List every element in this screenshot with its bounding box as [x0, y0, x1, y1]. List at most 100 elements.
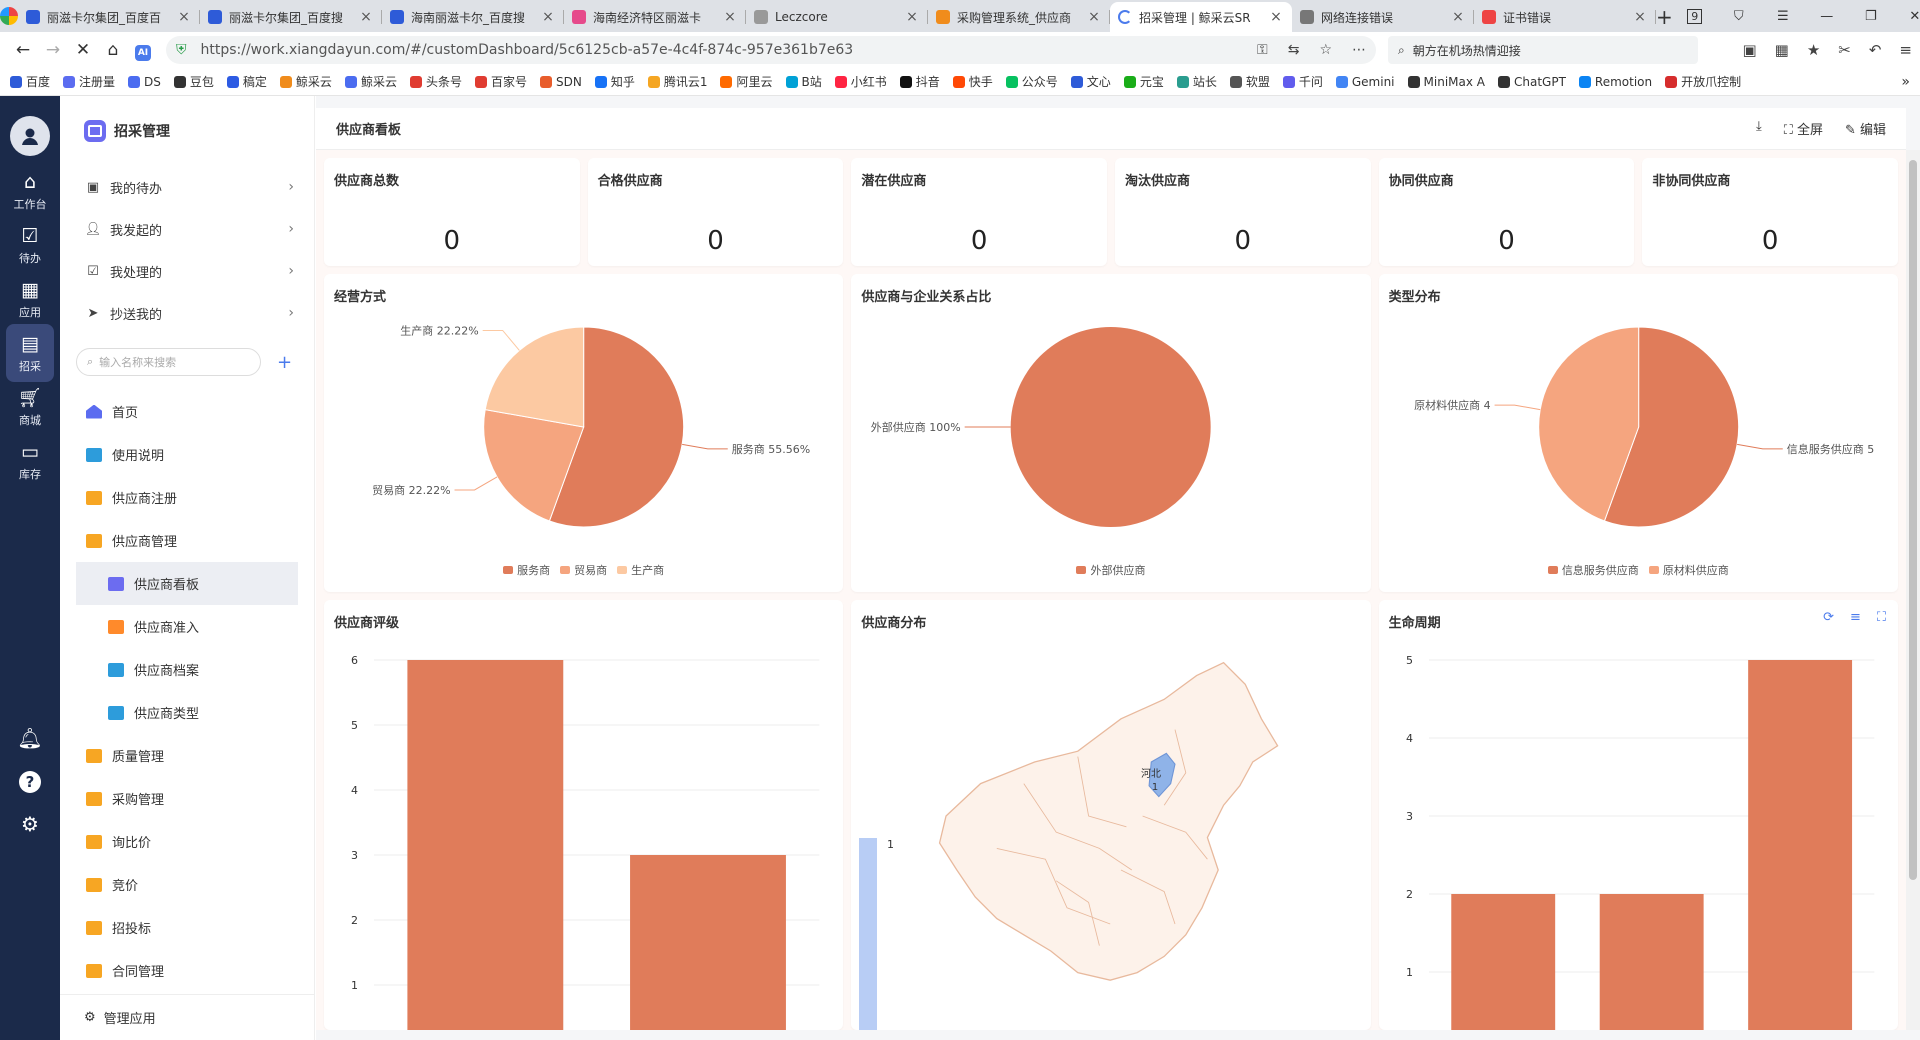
pie-slice[interactable]: [484, 326, 585, 428]
bar[interactable]: [1747, 660, 1852, 1030]
bookmark-item[interactable]: 快手: [952, 73, 993, 90]
bookmark-item[interactable]: 鲸采云: [279, 73, 332, 90]
back-icon[interactable]: ←: [8, 40, 38, 60]
bookmark-item[interactable]: 豆包: [173, 73, 214, 90]
key-icon[interactable]: ⚿: [1257, 42, 1268, 58]
edit-button[interactable]: ✎ 编辑: [1845, 119, 1886, 138]
nav-item[interactable]: 质量管理: [60, 734, 314, 777]
bookmark-item[interactable]: 稿定: [226, 73, 267, 90]
stop-loading-icon[interactable]: ✕: [68, 40, 98, 60]
menu-search-input[interactable]: ⌕ 输入名称来搜索: [76, 348, 261, 376]
bar[interactable]: [407, 660, 564, 1030]
bookmark-item[interactable]: 千问: [1282, 73, 1323, 90]
task-item-send[interactable]: ➤ 抄送我的 ›: [60, 292, 314, 334]
bookmark-item[interactable]: 注册量: [63, 73, 115, 90]
browser-tab[interactable]: 丽滋卡尔集团_百度搜 ×: [200, 2, 382, 32]
bookmark-item[interactable]: 站长: [1176, 73, 1217, 90]
nav-item[interactable]: 竞价: [60, 863, 314, 906]
browser-tab[interactable]: 海南丽滋卡尔_百度搜 ×: [382, 2, 564, 32]
visual-map-bar[interactable]: [859, 838, 878, 1030]
rail-item-cart[interactable]: 🛒︎ 商城: [0, 378, 60, 436]
legend-item[interactable]: 服务商: [503, 562, 550, 578]
nav-item[interactable]: 供应商管理: [60, 519, 314, 562]
nav-item[interactable]: 首页: [60, 390, 314, 433]
forward-icon[interactable]: →: [38, 40, 68, 60]
manage-app-button[interactable]: ⚙ 管理应用: [60, 994, 315, 1040]
add-menu-button[interactable]: +: [277, 352, 292, 373]
browser-tab[interactable]: 海南经济特区丽滋卡 ×: [564, 2, 746, 32]
close-tab-icon[interactable]: ×: [722, 9, 738, 25]
undo-icon[interactable]: ↶: [1869, 41, 1882, 59]
bookmark-item[interactable]: Gemini: [1335, 75, 1395, 89]
legend-item[interactable]: 信息服务供应商: [1547, 562, 1639, 578]
bookmark-item[interactable]: Remotion: [1578, 75, 1652, 89]
bookmark-item[interactable]: 腾讯云1: [647, 73, 707, 90]
bookmark-item[interactable]: 公众号: [1005, 73, 1058, 90]
bookmark-item[interactable]: 头条号: [409, 73, 462, 90]
rail-item-apps[interactable]: ▦ 应用: [0, 270, 60, 328]
translate-icon[interactable]: ⇆: [1288, 42, 1300, 58]
bookmark-item[interactable]: ChatGPT: [1498, 75, 1566, 89]
avatar[interactable]: [10, 116, 50, 156]
menu-icon[interactable]: ☰: [1761, 9, 1805, 24]
tab-count-badge[interactable]: 9: [1673, 8, 1717, 24]
scrollbar-thumb[interactable]: [1909, 160, 1917, 880]
browser-tab[interactable]: 网络连接错误 ×: [1292, 2, 1474, 32]
home-icon[interactable]: ⌂: [98, 40, 128, 60]
bookmark-item[interactable]: DS: [128, 75, 161, 89]
apps-grid-icon[interactable]: ▦: [1775, 41, 1789, 59]
close-tab-icon[interactable]: ×: [1268, 9, 1284, 25]
bell-icon[interactable]: 🔔︎: [0, 726, 60, 750]
bookmark-item[interactable]: 抖音: [899, 73, 940, 90]
nav-item[interactable]: 供应商准入: [60, 605, 314, 648]
url-field[interactable]: ⛨ https://work.xiangdayun.com/#/customDa…: [166, 36, 1376, 64]
task-item-user[interactable]: 👤︎ 我发起的 ›: [60, 208, 314, 250]
download-icon[interactable]: ⤓: [1756, 119, 1762, 138]
bookmark-item[interactable]: 文心: [1070, 73, 1111, 90]
bar[interactable]: [630, 855, 786, 1030]
close-tab-icon[interactable]: ×: [540, 9, 556, 25]
legend-item[interactable]: 生产商: [617, 562, 664, 578]
nav-item[interactable]: 招投标: [60, 906, 314, 949]
restore-button[interactable]: ❐: [1849, 9, 1893, 24]
nav-item[interactable]: 供应商类型: [60, 691, 314, 734]
bookmark-item[interactable]: MiniMax A: [1407, 75, 1485, 89]
nav-item[interactable]: 供应商注册: [60, 476, 314, 519]
bar[interactable]: [1599, 894, 1704, 1030]
legend-item[interactable]: 原材料供应商: [1648, 562, 1729, 578]
bookmark-item[interactable]: 知乎: [594, 73, 635, 90]
nav-item[interactable]: 询比价: [60, 820, 314, 863]
star-icon[interactable]: ☆: [1319, 42, 1332, 58]
browser-tab[interactable]: Leczcore ×: [746, 2, 928, 32]
nav-item[interactable]: 使用说明: [60, 433, 314, 476]
browser-tab[interactable]: 丽滋卡尔集团_百度百 ×: [18, 2, 200, 32]
close-tab-icon[interactable]: ×: [1086, 9, 1102, 25]
favorites-icon[interactable]: ★: [1807, 41, 1820, 59]
more-bookmarks-icon[interactable]: »: [1901, 74, 1910, 90]
task-item-check[interactable]: ☑ 我处理的 ›: [60, 250, 314, 292]
legend-item[interactable]: 贸易商: [560, 562, 607, 578]
ai-icon[interactable]: AI: [128, 40, 158, 61]
bookmark-item[interactable]: SDN: [539, 75, 582, 89]
close-tab-icon[interactable]: ×: [904, 9, 920, 25]
settings-gear-icon[interactable]: ⚙: [0, 812, 60, 836]
browser-logo-icon[interactable]: [0, 0, 18, 32]
fullscreen-button[interactable]: ⛶ 全屏: [1784, 119, 1823, 138]
new-tab-button[interactable]: +: [1656, 2, 1673, 32]
browser-tab[interactable]: 采购管理系统_供应商 ×: [928, 2, 1110, 32]
legend-item[interactable]: 外部供应商: [1076, 562, 1145, 578]
sidebar-toggle-icon[interactable]: ▣: [1742, 41, 1756, 59]
bookmark-item[interactable]: 百家号: [474, 73, 527, 90]
bookmark-item[interactable]: 百度: [10, 73, 50, 90]
nav-item[interactable]: 合同管理: [60, 949, 314, 992]
cut-icon[interactable]: ✂: [1838, 41, 1851, 59]
bookmark-item[interactable]: B站: [785, 73, 822, 90]
bookmark-item[interactable]: 小红书: [834, 73, 887, 90]
close-tab-icon[interactable]: ×: [1632, 9, 1648, 25]
browser-tab[interactable]: 招采管理 | 鲸采云SR ×: [1110, 2, 1292, 32]
bar[interactable]: [1450, 894, 1555, 1030]
rail-item-procure[interactable]: ▤ 招采: [6, 324, 54, 382]
nav-item[interactable]: 供应商档案: [60, 648, 314, 691]
more-icon[interactable]: ⋯: [1352, 42, 1366, 58]
bookmark-item[interactable]: 阿里云: [720, 73, 773, 90]
